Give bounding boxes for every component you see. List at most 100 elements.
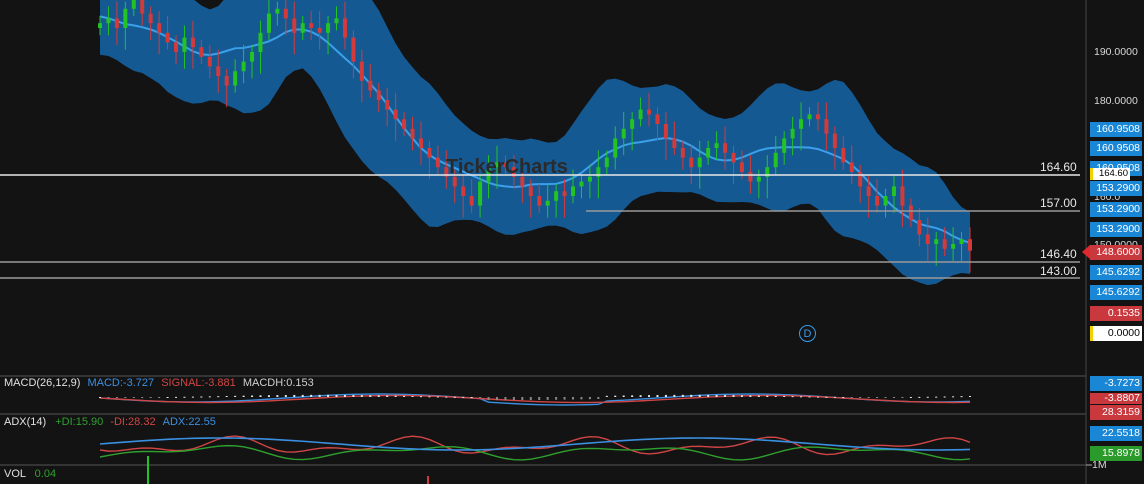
minus-di-tag: 28.3159	[1090, 405, 1142, 420]
macd-histogram-bar	[943, 396, 946, 398]
hline-label-146[interactable]: 146.40	[1040, 247, 1077, 261]
candle-body	[815, 114, 820, 120]
macd-histogram-bar	[664, 394, 667, 397]
macd-histogram-bar	[386, 395, 389, 397]
candle-body	[723, 143, 728, 153]
candle-body	[334, 18, 339, 24]
macd-histogram-bar	[732, 395, 735, 397]
macd-histogram-bar	[175, 396, 178, 398]
price-tag: 160.9508	[1090, 122, 1142, 137]
candle-body	[782, 138, 787, 153]
macd-histogram-bar	[749, 395, 752, 397]
candle-body	[908, 205, 913, 220]
candle-body	[182, 37, 187, 52]
macd-hist-tag: 0.1535	[1090, 306, 1142, 321]
candle-body	[528, 186, 533, 196]
macd-histogram-bar	[310, 394, 313, 397]
macd-histogram-bar	[521, 397, 524, 401]
macd-histogram-bar	[512, 397, 515, 401]
macd-histogram-bar	[436, 396, 439, 398]
candle-body	[300, 23, 305, 33]
candle-body	[579, 181, 584, 187]
candle-body	[258, 32, 263, 52]
price-tag: 153.2900	[1090, 181, 1142, 196]
macd-histogram-bar	[690, 394, 693, 397]
macd-histogram-bar	[124, 397, 127, 398]
macd-histogram-bar	[462, 396, 465, 398]
macd-histogram-bar	[572, 397, 575, 400]
price-tag: 145.6292	[1090, 265, 1142, 280]
macd-histogram-bar	[343, 394, 346, 397]
candle-body	[427, 148, 432, 158]
candle-body	[461, 186, 466, 196]
macd-histogram-bar	[251, 395, 254, 397]
macd-histogram-bar	[234, 395, 237, 397]
macd-histogram-bar	[293, 394, 296, 397]
candle-body	[469, 196, 474, 206]
candle-body	[621, 128, 626, 139]
macd-histogram-bar	[766, 395, 769, 397]
candle-body	[250, 52, 255, 62]
macd-histogram-bar	[563, 397, 566, 400]
macd-value: MACD:-3.727	[87, 377, 155, 389]
candle-body	[224, 76, 229, 86]
macd-histogram-bar	[656, 395, 659, 397]
trading-chart: TickerCharts 190.0000 180.0000 160.0 150…	[0, 0, 1144, 484]
macd-histogram-bar	[158, 397, 161, 398]
candle-body	[883, 196, 888, 206]
macd-histogram-bar	[757, 395, 760, 397]
macd-histogram-bar	[149, 397, 152, 398]
candle-body	[824, 119, 829, 134]
candle-body	[190, 37, 195, 48]
candle-body	[410, 128, 415, 139]
candle-body	[123, 8, 128, 29]
plus-di-value: +DI:15.90	[55, 416, 104, 428]
macd-histogram-bar	[605, 395, 608, 397]
macd-histogram-bar	[867, 397, 870, 398]
candle-body	[359, 61, 364, 81]
macd-histogram-bar	[191, 396, 194, 398]
candle-body	[663, 124, 668, 139]
macd-tag: -3.7273	[1090, 376, 1142, 391]
candle-body	[562, 191, 567, 196]
candle-body	[959, 239, 964, 244]
candle-body	[849, 162, 854, 172]
macd-histogram-bar	[276, 395, 279, 397]
candle-body	[393, 109, 398, 120]
candle-body	[697, 157, 702, 168]
macdh-value: MACDH:0.153	[242, 377, 314, 389]
candle-body	[925, 234, 930, 244]
candle-body	[266, 13, 271, 33]
macd-histogram-bar	[403, 395, 406, 397]
signal-tag: -3.8807	[1090, 393, 1142, 404]
macd-histogram-bar	[808, 396, 811, 398]
candle-body	[934, 239, 939, 244]
macd-histogram-bar	[884, 397, 887, 398]
hline-label-164[interactable]: 164.60	[1040, 160, 1077, 174]
candle-body	[478, 181, 483, 206]
candle-body	[571, 186, 576, 196]
macd-histogram-bar	[495, 397, 498, 401]
macd-histogram-bar	[555, 397, 558, 400]
candle-body	[545, 200, 550, 206]
price-tag: 153.2900	[1090, 202, 1142, 217]
candle-body	[106, 18, 111, 24]
hline-label-157[interactable]: 157.00	[1040, 196, 1077, 210]
macd-histogram-bar	[935, 396, 938, 398]
vol-legend: VOL 0.04	[4, 468, 56, 480]
macd-histogram-bar	[597, 397, 600, 400]
candle-body	[554, 191, 559, 201]
candle-body	[140, 0, 145, 14]
last-price-tag: 148.6000	[1090, 245, 1142, 260]
macd-histogram-bar	[107, 397, 110, 398]
hline-label-143[interactable]: 143.00	[1040, 264, 1077, 278]
macd-histogram-bar	[800, 396, 803, 398]
price-tick: 190.0000	[1094, 46, 1138, 58]
price-tick: 180.0000	[1094, 95, 1138, 107]
candle-body	[790, 128, 795, 139]
price-tag-current-line: 164.60	[1090, 168, 1130, 180]
macd-histogram-bar	[850, 397, 853, 398]
macd-histogram-bar	[631, 395, 634, 397]
macd-histogram-bar	[648, 395, 651, 397]
event-marker-d-icon[interactable]: D	[799, 325, 816, 342]
